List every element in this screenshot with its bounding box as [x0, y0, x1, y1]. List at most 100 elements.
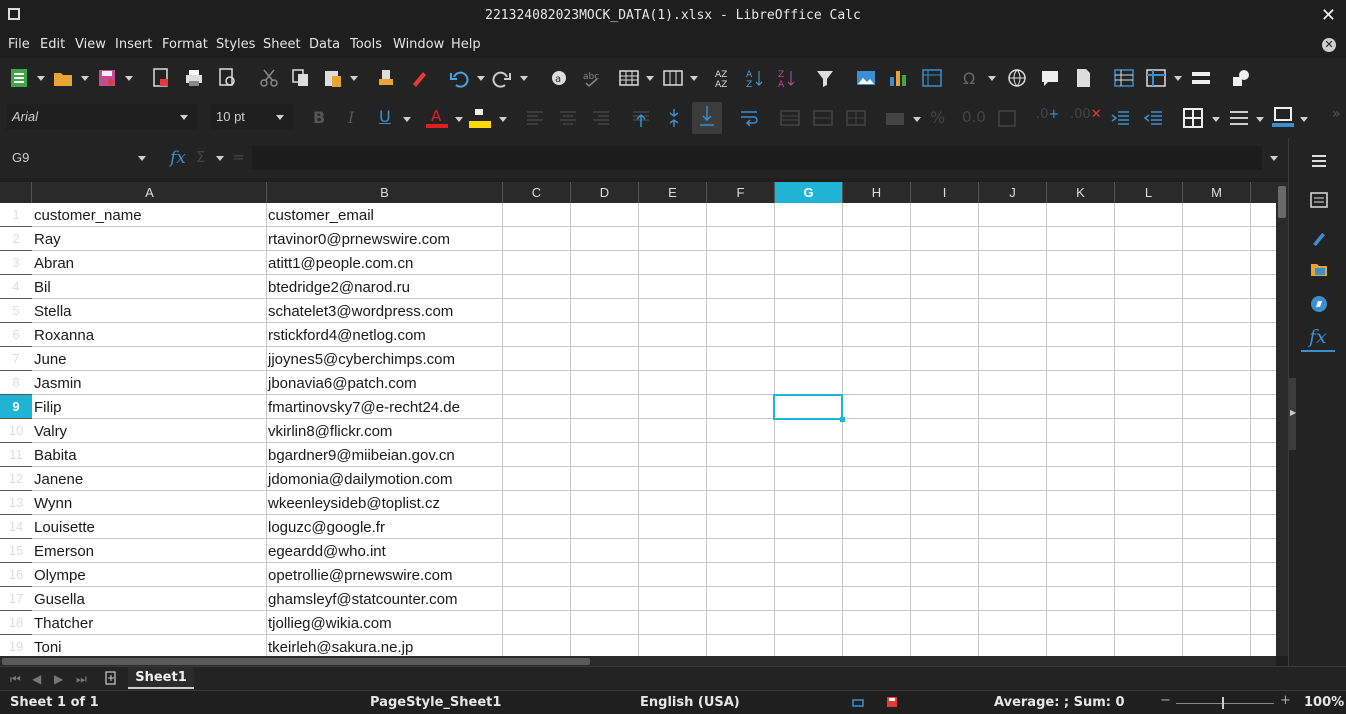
previous-sheet-icon[interactable]: ◀: [32, 672, 41, 686]
redo-dropdown-icon[interactable]: [520, 76, 528, 81]
cell-customer-name[interactable]: June: [32, 347, 264, 371]
close-window-button[interactable]: ✕: [1321, 5, 1336, 26]
cell-customer-email[interactable]: jbonavia6@patch.com: [266, 371, 500, 395]
paste-dropdown-icon[interactable]: [350, 76, 358, 81]
column-header-m[interactable]: M: [1183, 182, 1251, 203]
row-header[interactable]: 1: [0, 203, 32, 227]
center-vertically-icon[interactable]: [663, 107, 685, 129]
undo-dropdown-icon[interactable]: [477, 76, 485, 81]
sidebar-menu-icon[interactable]: [1309, 151, 1329, 171]
cell-customer-name[interactable]: Ray: [32, 227, 264, 251]
cell-customer-email[interactable]: loguzc@google.fr: [266, 515, 500, 539]
cell-customer-name[interactable]: Wynn: [32, 491, 264, 515]
row-header[interactable]: 17: [0, 587, 32, 611]
autofilter-icon[interactable]: [814, 67, 836, 89]
save-dropdown-icon[interactable]: [125, 76, 133, 81]
cell-customer-name[interactable]: Louisette: [32, 515, 264, 539]
menu-insert[interactable]: Insert: [115, 37, 152, 52]
page-style-status[interactable]: PageStyle_Sheet1: [370, 695, 501, 710]
clone-formatting-icon[interactable]: [375, 67, 397, 89]
function-wizard-icon[interactable]: fx: [170, 148, 186, 168]
zoom-slider-knob[interactable]: [1222, 697, 1224, 709]
new-dropdown-icon[interactable]: [37, 76, 45, 81]
font-name-dropdown-icon[interactable]: [180, 115, 188, 120]
sum-dropdown-icon[interactable]: [216, 156, 224, 161]
column-header-f[interactable]: F: [707, 182, 775, 203]
column-header-a[interactable]: A: [33, 182, 267, 203]
row-dropdown-icon[interactable]: [646, 76, 654, 81]
cell-customer-email[interactable]: btedridge2@narod.ru: [266, 275, 500, 299]
cell-area[interactable]: customer_name customer_email Ray rtavinor0@…: [32, 203, 1276, 656]
merge-center-icon[interactable]: [779, 107, 801, 129]
cell-customer-email[interactable]: fmartinovsky7@e-recht24.de: [266, 395, 500, 419]
find-replace-icon[interactable]: a: [548, 67, 570, 89]
format-as-number-icon[interactable]: 0.0: [962, 108, 986, 126]
row-header[interactable]: 3: [0, 251, 32, 275]
styles-icon[interactable]: [1309, 228, 1329, 248]
pivot-table-icon[interactable]: [921, 67, 943, 89]
cell-customer-email[interactable]: vkirlin8@flickr.com: [266, 419, 500, 443]
new-document-icon[interactable]: [8, 67, 30, 89]
cell-customer-email[interactable]: customer_email: [266, 203, 500, 227]
column-header-k[interactable]: K: [1047, 182, 1115, 203]
cell-customer-email[interactable]: atitt1@people.com.cn: [266, 251, 500, 275]
hyperlink-icon[interactable]: [1006, 67, 1028, 89]
add-sheet-icon[interactable]: [104, 671, 118, 685]
navigator-icon[interactable]: [1309, 294, 1329, 314]
cell-customer-name[interactable]: Gusella: [32, 587, 264, 611]
save-icon[interactable]: [96, 67, 118, 89]
open-dropdown-icon[interactable]: [81, 76, 89, 81]
row-header[interactable]: 14: [0, 515, 32, 539]
first-sheet-icon[interactable]: ⏮: [10, 672, 21, 687]
column-icon[interactable]: [662, 67, 684, 89]
insert-chart-icon[interactable]: [887, 67, 909, 89]
row-header[interactable]: 11: [0, 443, 32, 467]
column-header-b[interactable]: B: [267, 182, 503, 203]
cut-icon[interactable]: [258, 67, 280, 89]
column-header-e[interactable]: E: [639, 182, 707, 203]
zoom-out-icon[interactable]: −: [1160, 693, 1171, 708]
cell-customer-name[interactable]: Abran: [32, 251, 264, 275]
open-folder-icon[interactable]: [52, 67, 74, 89]
freeze-rows-columns-icon[interactable]: [1145, 67, 1167, 89]
horizontal-scrollbar[interactable]: [0, 656, 1276, 666]
underline-icon[interactable]: U: [379, 107, 391, 126]
column-header-d[interactable]: D: [571, 182, 639, 203]
currency-dropdown-icon[interactable]: [913, 117, 921, 122]
sort-descending-icon[interactable]: ZA: [776, 67, 798, 89]
highlight-color-icon[interactable]: [469, 107, 491, 129]
cell-customer-name[interactable]: Babita: [32, 443, 264, 467]
cell-customer-name[interactable]: Stella: [32, 299, 264, 323]
redo-icon[interactable]: [491, 67, 513, 89]
format-as-currency-icon[interactable]: [884, 107, 906, 129]
define-print-area-icon[interactable]: [1113, 67, 1135, 89]
row-icon[interactable]: [618, 67, 640, 89]
increase-indent-icon[interactable]: [1110, 107, 1132, 129]
cell-customer-name[interactable]: Bil: [32, 275, 264, 299]
cell-customer-name[interactable]: Roxanna: [32, 323, 264, 347]
border-color-icon[interactable]: [1272, 106, 1294, 128]
selected-cell-g9[interactable]: [773, 394, 843, 420]
font-color-icon[interactable]: A: [426, 107, 448, 129]
cell-customer-name[interactable]: Jasmin: [32, 371, 264, 395]
cell-customer-email[interactable]: jdomonia@dailymotion.com: [266, 467, 500, 491]
headers-footers-icon[interactable]: [1072, 67, 1094, 89]
row-header[interactable]: 9: [0, 395, 32, 419]
sidebar-collapse-grip[interactable]: ▶: [1289, 378, 1296, 450]
border-style-dropdown-icon[interactable]: [1256, 117, 1264, 122]
vertical-scroll-thumb[interactable]: [1278, 186, 1286, 218]
column-header-c[interactable]: C: [503, 182, 571, 203]
cell-customer-email[interactable]: tkeirleh@sakura.ne.jp: [266, 635, 500, 656]
cell-customer-name[interactable]: Toni: [32, 635, 264, 656]
cell-customer-email[interactable]: opetrollie@prnewswire.com: [266, 563, 500, 587]
align-top-icon[interactable]: [630, 107, 652, 129]
align-right-icon[interactable]: [590, 107, 612, 129]
export-pdf-icon[interactable]: [150, 67, 172, 89]
row-header[interactable]: 19: [0, 635, 32, 656]
merge-cells-icon[interactable]: [812, 107, 834, 129]
menu-sheet[interactable]: Sheet: [263, 37, 301, 52]
cell-customer-name[interactable]: Filip: [32, 395, 264, 419]
menu-window[interactable]: Window: [393, 37, 444, 52]
comment-icon[interactable]: [1039, 67, 1061, 89]
border-style-icon[interactable]: [1228, 107, 1250, 129]
